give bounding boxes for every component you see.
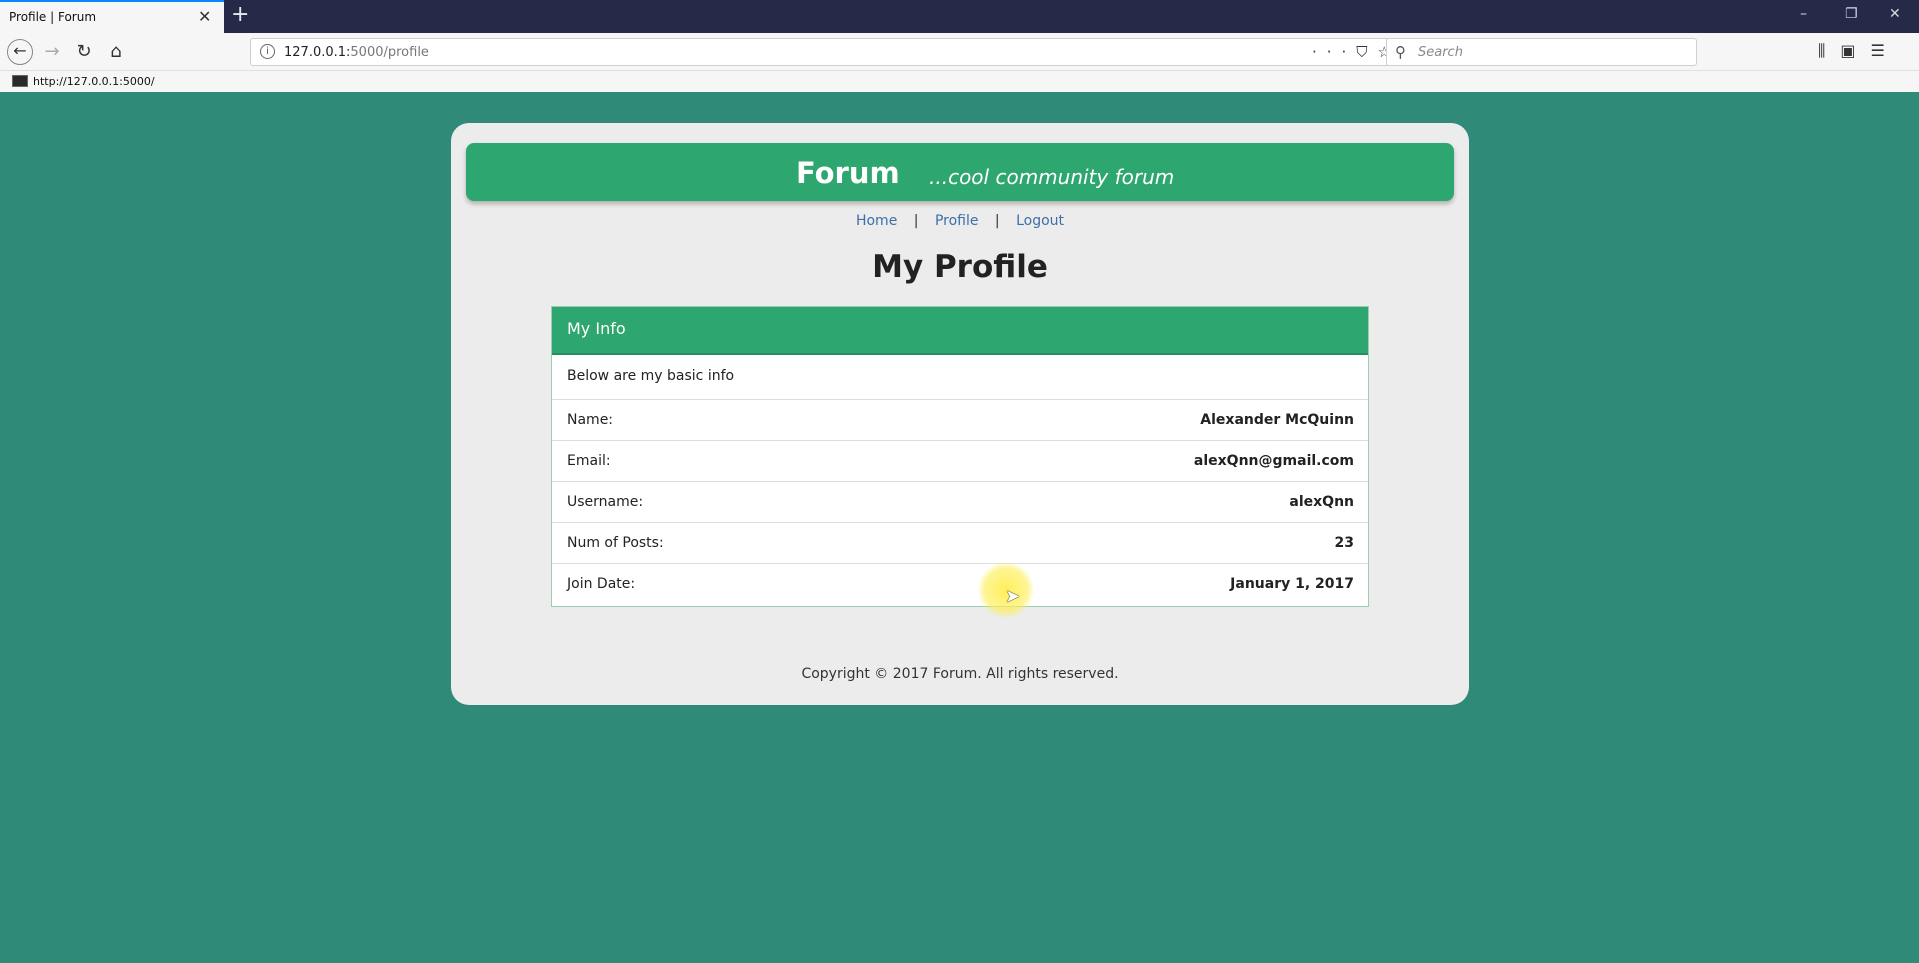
field-label: Email: bbox=[567, 453, 611, 469]
back-icon[interactable]: ← bbox=[7, 39, 33, 65]
site-banner: Forum ...cool community forum bbox=[466, 143, 1454, 201]
field-value: alexQnn@gmail.com bbox=[1193, 453, 1354, 469]
site-brand[interactable]: Forum bbox=[796, 156, 900, 190]
nav-home-link[interactable]: Home bbox=[856, 213, 897, 229]
page-footer: Copyright © 2017 Forum. All rights reser… bbox=[801, 666, 1119, 682]
info-panel: My Info Below are my basic info Name: Al… bbox=[551, 306, 1369, 607]
page-container: Forum ...cool community forum Home | Pro… bbox=[451, 123, 1469, 705]
info-icon[interactable]: i bbox=[260, 44, 275, 59]
page-title: My Profile bbox=[872, 249, 1048, 285]
home-icon[interactable]: ⌂ bbox=[104, 40, 128, 64]
mouse-cursor-icon: ➤ bbox=[1005, 586, 1021, 607]
status-bar: http://127.0.0.1:5000/ bbox=[0, 71, 1919, 92]
field-label: Username: bbox=[567, 494, 644, 510]
info-row-username: Username: alexQnn bbox=[552, 482, 1368, 523]
field-value: January 1, 2017 bbox=[1230, 576, 1354, 592]
info-row-email: Email: alexQnn@gmail.com bbox=[552, 441, 1368, 482]
forward-icon[interactable]: → bbox=[40, 40, 64, 64]
minimize-icon[interactable]: – bbox=[1800, 6, 1807, 22]
field-label: Name: bbox=[567, 412, 614, 428]
toolbar-menu-icons[interactable]: ⫼▣☰ bbox=[1818, 41, 1900, 61]
search-placeholder: Search bbox=[1418, 45, 1463, 60]
search-input[interactable]: ⚲ Search bbox=[1386, 38, 1697, 66]
tab-bar: Profile | Forum ✕ + – ❐ ✕ bbox=[0, 0, 1919, 33]
search-icon: ⚲ bbox=[1395, 43, 1406, 61]
info-row-posts: Num of Posts: 23 bbox=[552, 523, 1368, 564]
site-tagline: ...cool community forum bbox=[929, 165, 1175, 189]
nav-separator: | bbox=[913, 213, 919, 229]
nav-logout-link[interactable]: Logout bbox=[1016, 213, 1064, 229]
close-tab-icon[interactable]: ✕ bbox=[198, 7, 211, 26]
url-text: 127.0.0.1:5000/profile bbox=[284, 45, 429, 60]
info-row-join-date: Join Date: January 1, 2017 bbox=[552, 564, 1368, 605]
restore-icon[interactable]: ❐ bbox=[1845, 6, 1858, 22]
active-tab[interactable]: Profile | Forum ✕ bbox=[0, 0, 224, 33]
panel-description: Below are my basic info bbox=[552, 355, 1368, 400]
status-url: http://127.0.0.1:5000/ bbox=[33, 75, 155, 88]
url-bar[interactable]: i 127.0.0.1:5000/profile ···⛉☆ bbox=[250, 38, 1410, 66]
reload-icon[interactable]: ↻ bbox=[72, 40, 96, 64]
field-value: 23 bbox=[1334, 535, 1354, 551]
terminal-icon bbox=[12, 75, 28, 87]
close-window-icon[interactable]: ✕ bbox=[1889, 6, 1901, 22]
info-row-name: Name: Alexander McQuinn bbox=[552, 400, 1368, 441]
panel-title: My Info bbox=[552, 307, 1368, 355]
new-tab-button[interactable]: + bbox=[231, 2, 249, 27]
field-value: Alexander McQuinn bbox=[1200, 412, 1354, 428]
nav-toolbar: ← → ↻ ⌂ i 127.0.0.1:5000/profile ···⛉☆ ⚲… bbox=[0, 33, 1919, 71]
field-label: Join Date: bbox=[567, 576, 636, 592]
nav-separator: | bbox=[994, 213, 1000, 229]
field-label: Num of Posts: bbox=[567, 535, 664, 551]
tab-title: Profile | Forum bbox=[9, 10, 97, 24]
nav-profile-link[interactable]: Profile bbox=[935, 213, 979, 229]
field-value: alexQnn bbox=[1289, 494, 1354, 510]
site-nav: Home | Profile | Logout bbox=[451, 213, 1469, 229]
